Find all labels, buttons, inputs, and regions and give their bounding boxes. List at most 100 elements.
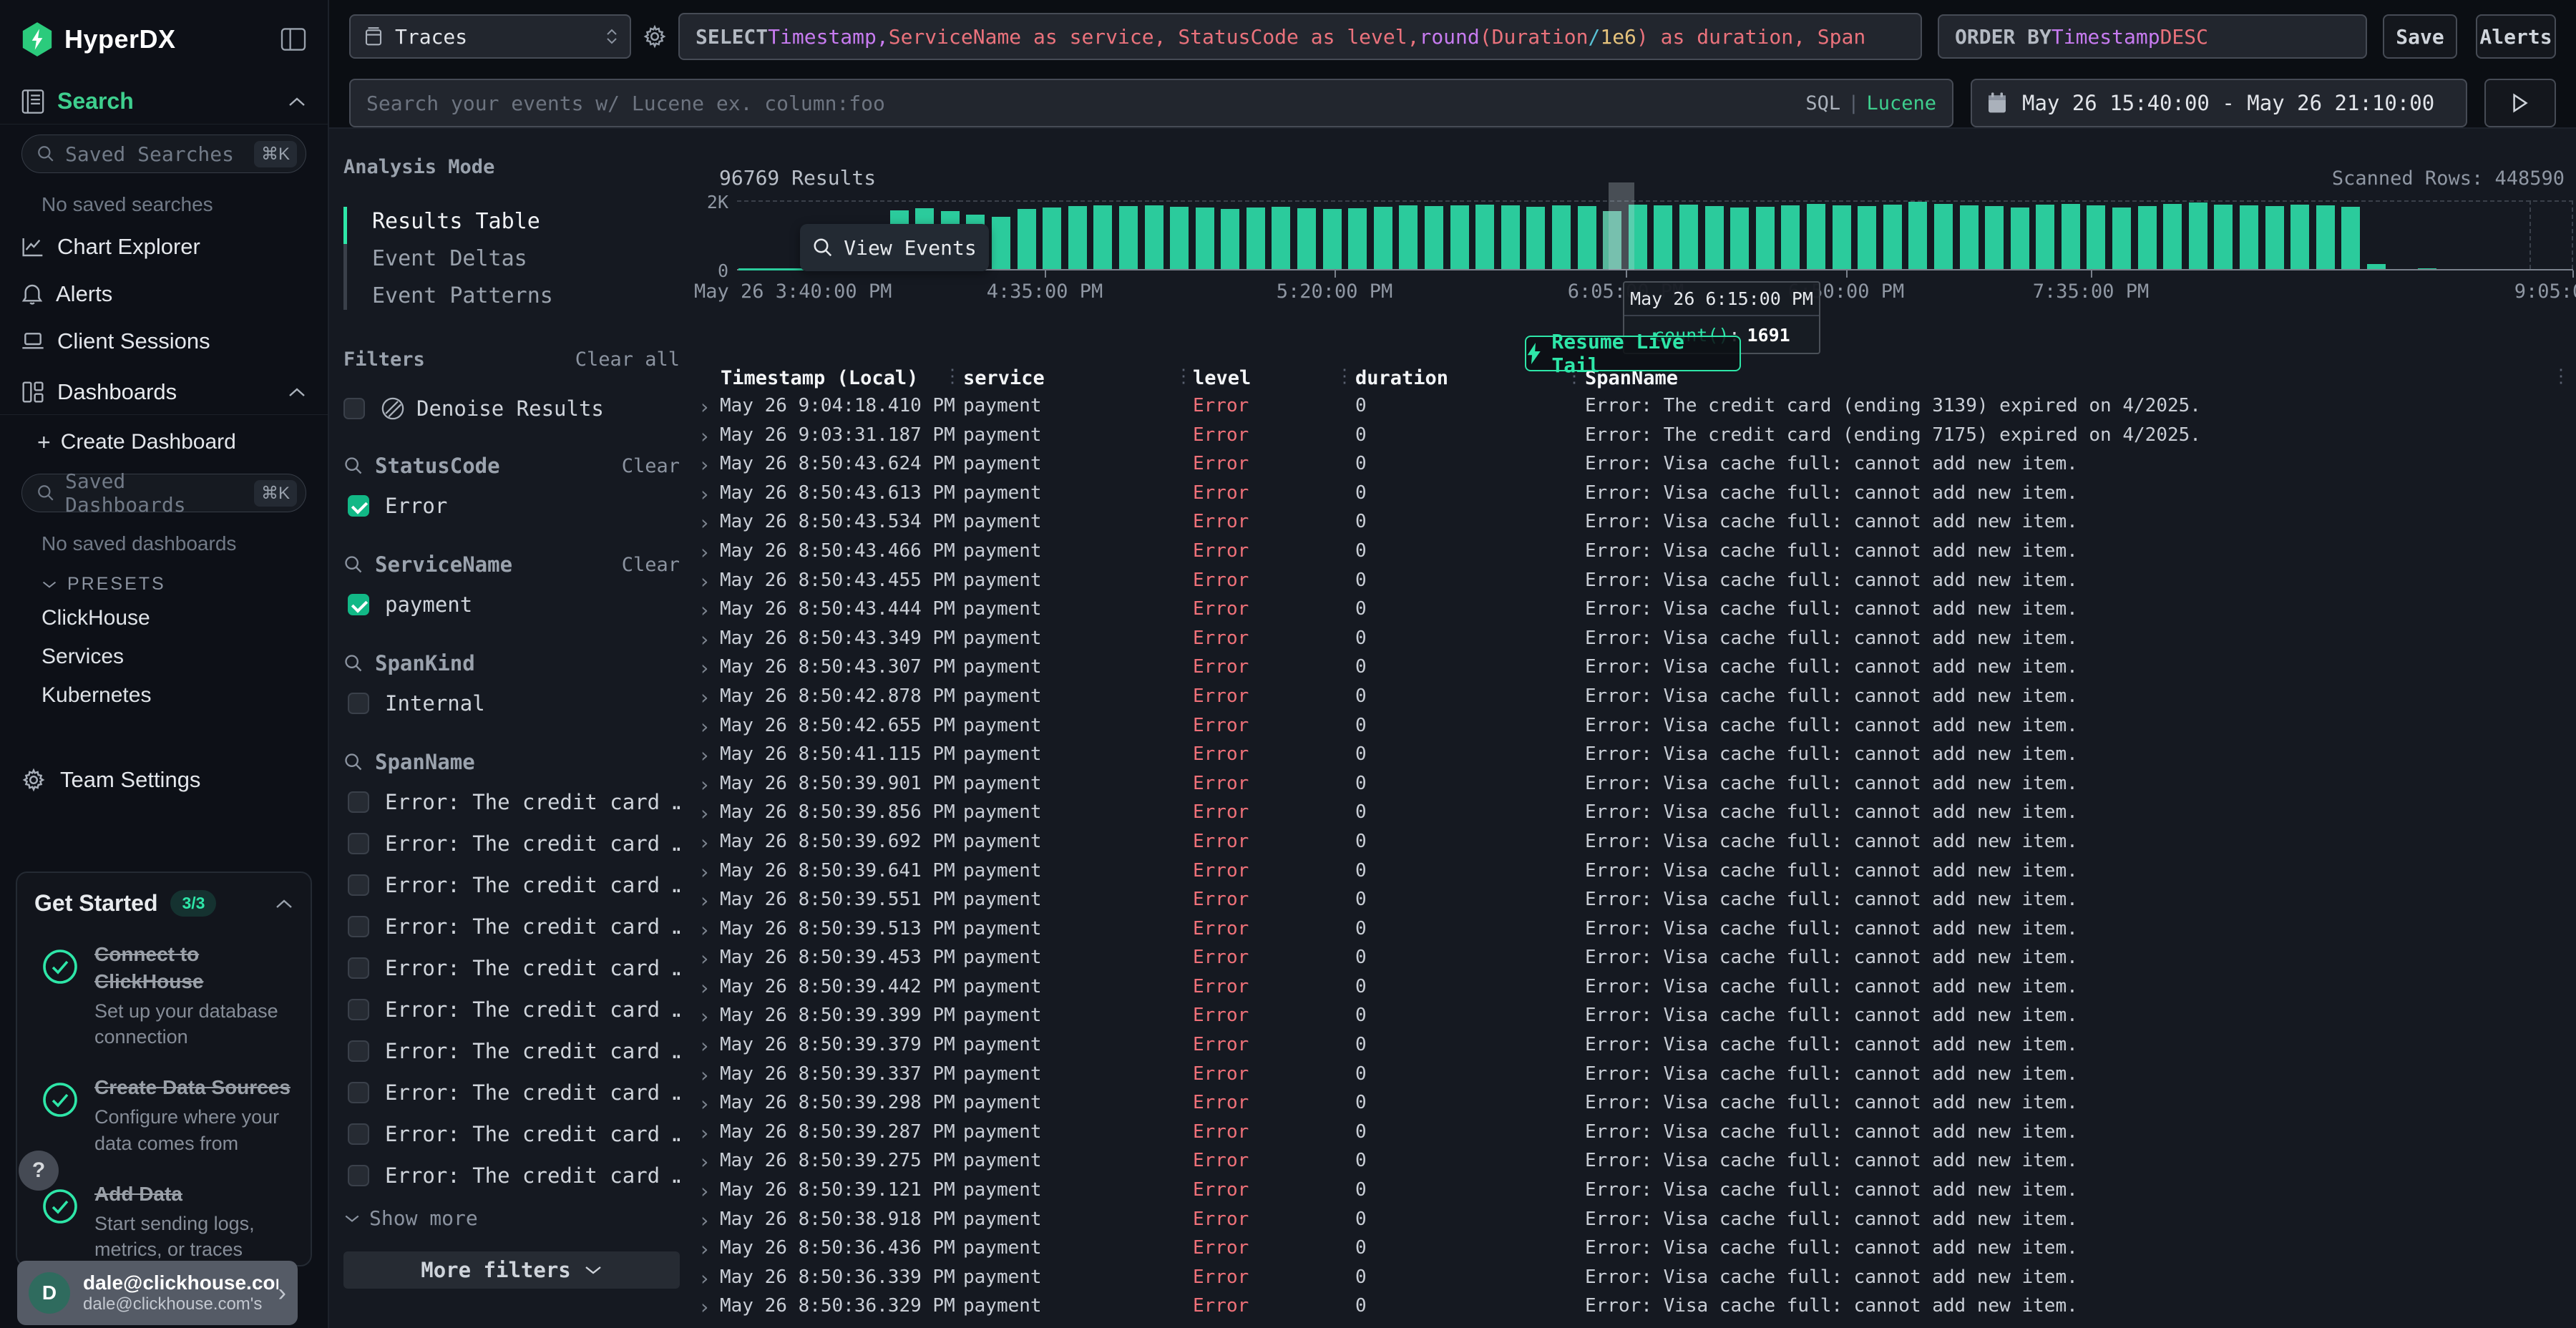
lang-sql-toggle[interactable]: SQL — [1805, 92, 1840, 114]
alerts-button[interactable]: Alerts — [2476, 14, 2556, 59]
preset-link[interactable]: Services — [0, 638, 328, 676]
filter-group-name[interactable]: SpanKind — [375, 651, 475, 675]
table-row[interactable]: › May 26 8:50:39.856 PM payment Error 0 … — [694, 799, 2576, 828]
mode-event-deltas[interactable]: Event Deltas — [362, 240, 680, 277]
checkbox[interactable] — [348, 1123, 369, 1145]
expand-row-icon[interactable]: › — [698, 1237, 711, 1261]
table-row[interactable]: › May 26 8:50:36.339 PM payment Error 0 … — [694, 1264, 2576, 1293]
filter-option[interactable]: Error: The credit card … — [343, 830, 680, 857]
sidebar-item-search[interactable]: Search — [0, 79, 328, 125]
expand-row-icon[interactable]: › — [698, 1034, 711, 1058]
table-row[interactable]: › May 26 8:50:43.455 PM payment Error 0 … — [694, 567, 2576, 596]
table-row[interactable]: › May 26 8:50:39.287 PM payment Error 0 … — [694, 1118, 2576, 1148]
table-row[interactable]: › May 26 8:50:43.624 PM payment Error 0 … — [694, 450, 2576, 479]
table-row[interactable]: › May 26 8:50:41.115 PM payment Error 0 … — [694, 741, 2576, 770]
expand-row-icon[interactable]: › — [698, 570, 711, 593]
filter-option[interactable]: Error — [343, 492, 680, 519]
sidebar-item-dashboards[interactable]: Dashboards — [0, 369, 328, 415]
mode-results-table[interactable]: Results Table — [362, 202, 680, 240]
checkbox-checked[interactable] — [348, 594, 369, 615]
table-row[interactable]: › May 26 8:50:43.307 PM payment Error 0 … — [694, 653, 2576, 683]
checkbox[interactable] — [348, 1040, 369, 1062]
table-row[interactable]: › May 26 8:50:43.466 PM payment Error 0 … — [694, 537, 2576, 567]
clear-button[interactable]: Clear — [622, 554, 680, 576]
col-duration[interactable]: duration — [1355, 367, 1448, 389]
expand-row-icon[interactable]: › — [698, 395, 711, 419]
checkbox[interactable] — [348, 916, 369, 937]
help-button[interactable]: ? — [19, 1151, 59, 1191]
expand-row-icon[interactable]: › — [698, 685, 711, 709]
filter-option[interactable]: Error: The credit card … — [343, 788, 680, 816]
table-row[interactable]: › May 26 8:50:36.329 PM payment Error 0 … — [694, 1292, 2576, 1322]
table-row[interactable]: › May 26 8:50:43.444 PM payment Error 0 … — [694, 595, 2576, 625]
sidebar-item-team-settings[interactable]: Team Settings — [0, 755, 328, 805]
date-range-picker[interactable]: May 26 15:40:00 - May 26 21:10:00 — [1971, 79, 2467, 127]
filter-option[interactable]: payment — [343, 591, 680, 618]
table-row[interactable]: › May 26 8:50:39.513 PM payment Error 0 … — [694, 915, 2576, 944]
filter-option[interactable]: Internal — [343, 690, 680, 717]
column-drag-handle-icon[interactable]: ⋮ — [1335, 366, 1354, 387]
lang-lucene-toggle[interactable]: Lucene — [1866, 92, 1936, 114]
expand-row-icon[interactable]: › — [698, 831, 711, 854]
filter-option[interactable]: Error: The credit card … — [343, 872, 680, 899]
expand-row-icon[interactable]: › — [698, 628, 711, 651]
checkbox[interactable] — [348, 1082, 369, 1103]
expand-row-icon[interactable]: › — [698, 1063, 711, 1087]
saved-dashboards-input[interactable]: Saved Dashboards ⌘K — [21, 474, 306, 512]
preset-link[interactable]: Kubernetes — [0, 676, 328, 715]
table-row[interactable]: › May 26 8:50:38.918 PM payment Error 0 … — [694, 1206, 2576, 1235]
col-timestamp[interactable]: Timestamp (Local) — [721, 367, 918, 389]
expand-row-icon[interactable]: › — [698, 715, 711, 738]
expand-row-icon[interactable]: › — [698, 511, 711, 534]
table-row[interactable]: › May 26 8:50:43.349 PM payment Error 0 … — [694, 625, 2576, 654]
table-row[interactable]: › May 26 8:50:36.436 PM payment Error 0 … — [694, 1234, 2576, 1264]
table-row[interactable]: › May 26 8:50:39.379 PM payment Error 0 … — [694, 1031, 2576, 1060]
denoise-results-checkbox[interactable]: Denoise Results — [343, 396, 680, 421]
filter-option[interactable]: Error: The credit card … — [343, 996, 680, 1023]
expand-row-icon[interactable]: › — [698, 453, 711, 477]
resume-live-tail-button[interactable]: Resume Live Tail — [1525, 336, 1741, 371]
chevron-up-icon[interactable] — [275, 898, 293, 909]
saved-searches-input[interactable]: Saved Searches ⌘K — [21, 135, 306, 173]
checkbox[interactable] — [348, 1165, 369, 1186]
search-input[interactable]: Search your events w/ Lucene ex. column:… — [349, 79, 1953, 127]
clear-all-button[interactable]: Clear all — [575, 348, 680, 371]
expand-row-icon[interactable]: › — [698, 1179, 711, 1203]
filter-group-name[interactable]: ServiceName — [375, 552, 512, 577]
table-row[interactable]: › May 26 8:50:39.551 PM payment Error 0 … — [694, 886, 2576, 915]
expand-row-icon[interactable]: › — [698, 424, 711, 448]
sidebar-item-chart-explorer[interactable]: Chart Explorer — [0, 223, 328, 270]
get-started-item[interactable]: Add Data Start sending logs, metrics, or… — [34, 1181, 293, 1263]
table-row[interactable]: › May 26 8:50:42.878 PM payment Error 0 … — [694, 683, 2576, 712]
table-row[interactable]: › May 26 8:50:39.298 PM payment Error 0 … — [694, 1089, 2576, 1118]
get-started-item[interactable]: Connect to ClickHouse Set up your databa… — [34, 941, 293, 1050]
expand-row-icon[interactable]: › — [698, 482, 711, 506]
preset-link[interactable]: ClickHouse — [0, 599, 328, 638]
expand-row-icon[interactable]: › — [698, 1005, 711, 1028]
column-menu-icon[interactable]: ⋮ — [2552, 366, 2570, 387]
checkbox-checked[interactable] — [348, 495, 369, 517]
table-row[interactable]: › May 26 8:50:39.121 PM payment Error 0 … — [694, 1176, 2576, 1206]
filter-option[interactable]: Error: The credit card … — [343, 1038, 680, 1065]
filter-option[interactable]: Error: The credit card … — [343, 1162, 680, 1189]
get-started-item[interactable]: Create Data Sources Configure where your… — [34, 1074, 293, 1156]
sidebar-item-client-sessions[interactable]: Client Sessions — [0, 318, 328, 365]
table-row[interactable]: › May 26 8:50:39.337 PM payment Error 0 … — [694, 1060, 2576, 1090]
run-query-button[interactable] — [2484, 79, 2556, 127]
table-row[interactable]: › May 26 8:50:39.641 PM payment Error 0 … — [694, 857, 2576, 887]
filter-option[interactable]: Error: The credit card … — [343, 1120, 680, 1148]
expand-row-icon[interactable]: › — [698, 801, 711, 825]
col-service[interactable]: service — [963, 367, 1045, 389]
table-row[interactable]: › May 26 8:50:43.613 PM payment Error 0 … — [694, 479, 2576, 509]
table-row[interactable]: › May 26 8:50:39.275 PM payment Error 0 … — [694, 1147, 2576, 1176]
sidebar-item-alerts[interactable]: Alerts — [0, 270, 328, 318]
expand-row-icon[interactable]: › — [698, 656, 711, 680]
save-button[interactable]: Save — [2383, 14, 2457, 59]
expand-row-icon[interactable]: › — [698, 540, 711, 564]
table-row[interactable]: › May 26 9:03:31.187 PM payment Error 0 … — [694, 421, 2576, 451]
expand-row-icon[interactable]: › — [698, 743, 711, 767]
filter-option[interactable]: Error: The credit card … — [343, 954, 680, 982]
checkbox[interactable] — [348, 957, 369, 979]
mode-event-patterns[interactable]: Event Patterns — [362, 277, 680, 314]
table-row[interactable]: › May 26 9:04:18.410 PM payment Error 0 … — [694, 392, 2576, 421]
